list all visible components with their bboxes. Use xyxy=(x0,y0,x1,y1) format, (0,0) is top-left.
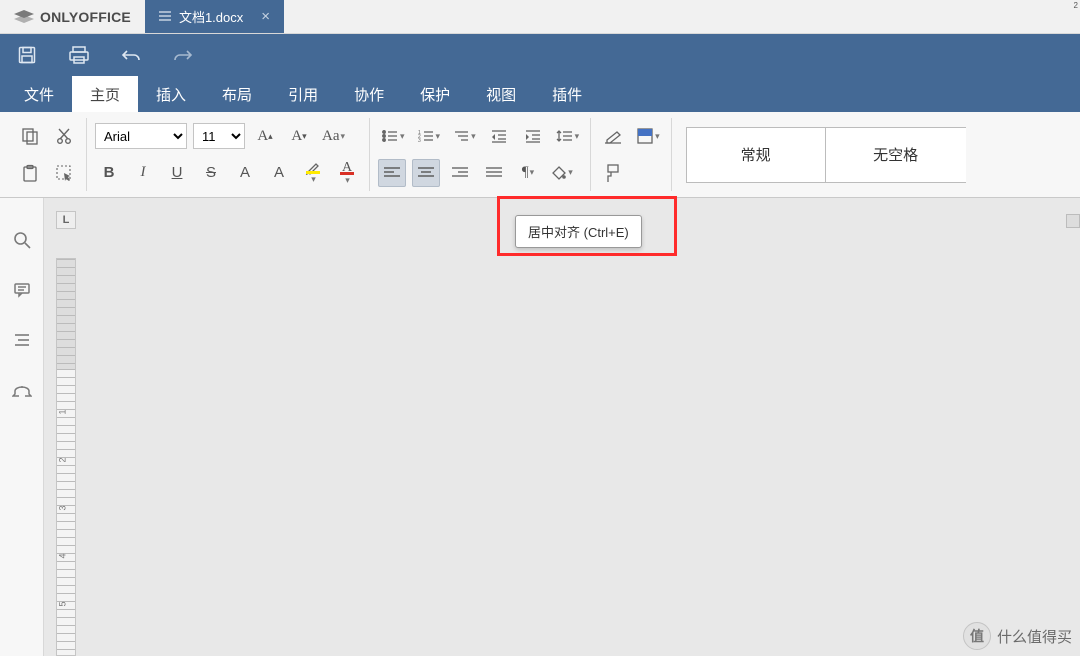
bold-button[interactable]: B xyxy=(95,159,123,187)
menu-insert[interactable]: 插入 xyxy=(138,76,204,112)
borders-button[interactable]: ▾ xyxy=(633,122,663,150)
change-case-button[interactable]: Aa▾ xyxy=(319,122,348,150)
clear-style-button[interactable] xyxy=(599,122,627,150)
tooltip-align-center: 居中对齐 (Ctrl+E) xyxy=(515,215,642,248)
ribbon-toolbar: Arial 11 A▴ A▾ Aa▾ B I U S A2 A2 ▾ A ▾ ▾ xyxy=(0,112,1080,198)
align-right-button[interactable] xyxy=(446,159,474,187)
menu-bar: 文件 主页 插入 布局 引用 协作 保护 视图 插件 xyxy=(0,76,1080,112)
quick-access-bar xyxy=(0,34,1080,76)
vertical-ruler[interactable]: 1 2 3 4 5 xyxy=(56,258,76,656)
style-normal[interactable]: 常规 xyxy=(686,127,826,183)
copy-style-button[interactable] xyxy=(599,159,627,187)
multilevel-list-button[interactable]: ▾ xyxy=(449,122,479,150)
ruler-mark: 4 xyxy=(58,553,68,558)
menu-home[interactable]: 主页 xyxy=(72,76,138,112)
increase-font-button[interactable]: A▴ xyxy=(251,122,279,150)
font-group: Arial 11 A▴ A▾ Aa▾ B I U S A2 A2 ▾ A ▾ xyxy=(87,118,370,191)
menu-layout[interactable]: 布局 xyxy=(204,76,270,112)
decrease-indent-button[interactable] xyxy=(485,122,513,150)
bullet-list-button[interactable]: ▾ xyxy=(378,122,408,150)
subscript-button[interactable]: A2 xyxy=(265,159,293,187)
editing-group: ▾ xyxy=(591,118,672,191)
save-button[interactable] xyxy=(10,40,44,70)
onlyoffice-icon xyxy=(14,10,32,24)
headings-button[interactable] xyxy=(8,326,36,354)
nonprinting-chars-button[interactable]: ¶▾ xyxy=(514,159,542,187)
select-all-button[interactable] xyxy=(50,159,78,187)
ruler-mark: 1 xyxy=(58,409,68,414)
italic-button[interactable]: I xyxy=(129,159,157,187)
copy-button[interactable] xyxy=(16,122,44,150)
align-center-button[interactable] xyxy=(412,159,440,187)
numbered-list-button[interactable]: 123▾ xyxy=(414,122,444,150)
superscript-button[interactable]: A2 xyxy=(231,159,259,187)
align-justify-button[interactable] xyxy=(480,159,508,187)
clipboard-group xyxy=(8,118,87,191)
redo-button[interactable] xyxy=(166,40,200,70)
print-button[interactable] xyxy=(62,40,96,70)
increase-indent-button[interactable] xyxy=(519,122,547,150)
line-spacing-button[interactable]: ▾ xyxy=(553,122,583,150)
paste-button[interactable] xyxy=(16,159,44,187)
font-color-button[interactable]: A ▾ xyxy=(333,159,361,187)
menu-view[interactable]: 视图 xyxy=(468,76,534,112)
undo-button[interactable] xyxy=(114,40,148,70)
watermark: 值 什么值得买 xyxy=(963,622,1072,650)
ruler-right-cap xyxy=(1066,214,1080,228)
left-sidebar xyxy=(0,198,44,656)
style-no-spacing[interactable]: 无空格 xyxy=(826,127,966,183)
align-left-button[interactable] xyxy=(378,159,406,187)
ruler-mark: 5 xyxy=(58,601,68,606)
app-logo: ONLYOFFICE xyxy=(0,0,145,33)
brand-name: ONLYOFFICE xyxy=(40,9,131,25)
ruler-mark: 3 xyxy=(58,505,68,510)
ruler-corner: L xyxy=(56,211,76,229)
watermark-badge: 值 xyxy=(963,622,991,650)
search-button[interactable] xyxy=(8,226,36,254)
feedback-button[interactable] xyxy=(8,376,36,404)
document-canvas[interactable]: L 1 2 3 4 5 xyxy=(44,198,1080,656)
menu-plugins[interactable]: 插件 xyxy=(534,76,600,112)
menu-protect[interactable]: 保护 xyxy=(402,76,468,112)
paragraph-group: ▾ 123▾ ▾ ▾ ¶▾ ▾ xyxy=(370,118,591,191)
font-family-select[interactable]: Arial xyxy=(95,123,187,149)
comments-button[interactable] xyxy=(8,276,36,304)
work-area: L 1 2 3 4 5 xyxy=(0,198,1080,656)
document-tab[interactable]: 文档1.docx × xyxy=(145,0,284,33)
styles-group: 常规 无空格 xyxy=(672,118,974,191)
cut-button[interactable] xyxy=(50,122,78,150)
document-title: 文档1.docx xyxy=(179,7,243,26)
strikethrough-button[interactable]: S xyxy=(197,159,225,187)
title-bar: ONLYOFFICE 文档1.docx × xyxy=(0,0,1080,34)
ruler-mark: 2 xyxy=(58,457,68,462)
underline-button[interactable]: U xyxy=(163,159,191,187)
menu-references[interactable]: 引用 xyxy=(270,76,336,112)
shading-button[interactable]: ▾ xyxy=(548,159,576,187)
decrease-font-button[interactable]: A▾ xyxy=(285,122,313,150)
hamburger-icon xyxy=(159,9,171,24)
font-size-select[interactable]: 11 xyxy=(193,123,245,149)
menu-collaboration[interactable]: 协作 xyxy=(336,76,402,112)
highlight-color-button[interactable]: ▾ xyxy=(299,159,327,187)
close-tab-icon[interactable]: × xyxy=(261,8,270,25)
svg-text:3: 3 xyxy=(418,138,421,143)
menu-file[interactable]: 文件 xyxy=(6,76,72,112)
watermark-text: 什么值得买 xyxy=(997,626,1072,647)
